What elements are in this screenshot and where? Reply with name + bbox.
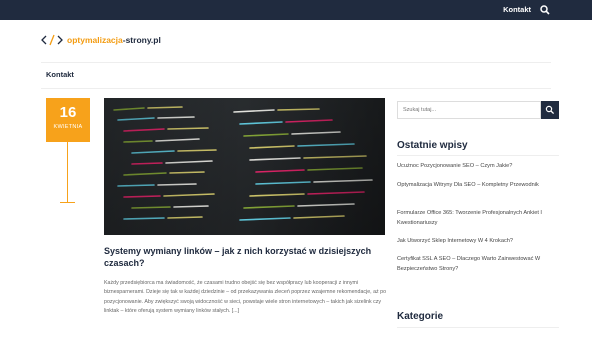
divider bbox=[41, 88, 551, 89]
post-title[interactable]: Systemy wymiany linków – jak z nich korz… bbox=[104, 245, 385, 269]
site-header: optymalizacja-strony.pl bbox=[0, 20, 592, 60]
divider bbox=[397, 327, 559, 328]
search-icon bbox=[545, 105, 555, 115]
nav-link-kontakt[interactable]: Kontakt bbox=[503, 5, 531, 14]
post-date-badge: 16 KWIETNIA bbox=[46, 98, 90, 142]
site-logo[interactable]: optymalizacja-strony.pl bbox=[41, 34, 161, 46]
recent-post-link[interactable]: Certyfikat SSL A SEO – Dlaczego Warto Za… bbox=[397, 255, 557, 274]
date-connector-line bbox=[67, 142, 68, 202]
recent-post-link[interactable]: Ucużnoc Pozycjonowanie SEO – Czym Jakie? bbox=[397, 162, 557, 172]
recent-post-link[interactable]: Formularze Office 365: Tworzenie Profesj… bbox=[397, 209, 557, 228]
code-bracket-icon bbox=[41, 34, 63, 46]
post-date-day: 16 bbox=[59, 104, 77, 121]
post-date-month: KWIETNIA bbox=[53, 124, 83, 130]
search-icon[interactable] bbox=[539, 3, 551, 15]
search-submit-button[interactable] bbox=[541, 101, 559, 119]
top-bar: Kontakt bbox=[0, 0, 592, 20]
post-excerpt: Każdy przedsiębiorca ma świadomość, że c… bbox=[104, 280, 387, 314]
date-connector-dash bbox=[60, 202, 75, 203]
divider bbox=[397, 155, 559, 156]
categories-title: Kategorie bbox=[397, 311, 444, 322]
logo-text: optymalizacja-strony.pl bbox=[67, 35, 161, 45]
divider bbox=[41, 62, 551, 63]
recent-posts-title: Ostatnie wpisy bbox=[397, 140, 468, 151]
post-featured-image[interactable] bbox=[104, 98, 385, 235]
search-input[interactable] bbox=[397, 101, 541, 119]
recent-post-link[interactable]: Optymalizacja Witryny Dla SEO – Kompletn… bbox=[397, 181, 557, 191]
menu-item-kontakt[interactable]: Kontakt bbox=[46, 70, 74, 79]
recent-post-link[interactable]: Jak Utworzyć Sklep Internetowy W 4 Kroka… bbox=[397, 237, 557, 247]
